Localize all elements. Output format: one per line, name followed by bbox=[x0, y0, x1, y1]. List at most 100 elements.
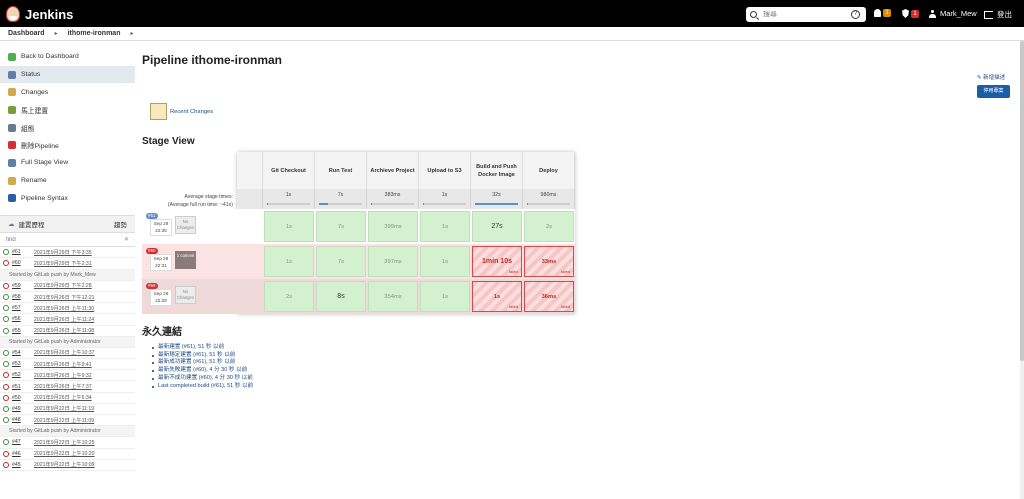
stage-cell[interactable]: 397ms bbox=[368, 246, 418, 277]
build-date[interactable]: 2021年9月26日 下午12:21 bbox=[34, 294, 95, 301]
build-number[interactable]: #51 bbox=[12, 384, 34, 390]
permalink-item[interactable]: 最新不成功建置 (#60), 4 分 30 秒 以前 bbox=[151, 375, 253, 383]
build-date[interactable]: 2021年9月22日 上午11:09 bbox=[34, 417, 94, 424]
build-row[interactable]: #45 2021年9月22日 上午10:09 bbox=[0, 460, 135, 471]
permalink-item[interactable]: 最新成功建置 (#61), 51 秒 以前 bbox=[151, 359, 253, 367]
build-date[interactable]: 2021年9月29日 下午2:31 bbox=[34, 260, 92, 267]
stage-cell[interactable]: 399ms bbox=[368, 211, 418, 242]
permalink-item[interactable]: 最新失敗建置 (#60), 4 分 30 秒 以前 bbox=[151, 367, 253, 375]
run-changes[interactable]: 1 commit bbox=[175, 251, 196, 269]
build-row[interactable]: #56 2021年9月26日 上午11:24 bbox=[0, 314, 135, 326]
clear-filter-icon[interactable]: ✕ bbox=[124, 236, 129, 243]
sidebar-task[interactable]: Rename bbox=[0, 172, 135, 190]
build-date[interactable]: 2021年9月26日 上午11:30 bbox=[34, 305, 94, 312]
build-number[interactable]: #56 bbox=[12, 316, 34, 322]
run-changes[interactable]: No Changes bbox=[175, 286, 196, 304]
stage-cell[interactable]: 1s bbox=[264, 211, 314, 242]
build-number[interactable]: #60 bbox=[12, 260, 34, 266]
build-row[interactable]: #57 2021年9月26日 上午11:30 bbox=[0, 303, 135, 315]
sidebar-task[interactable]: Changes bbox=[0, 83, 135, 101]
build-row[interactable]: #50 2021年9月26日 上午6:34 bbox=[0, 393, 135, 404]
build-row[interactable]: #58 2021年9月26日 下午12:21 bbox=[0, 292, 135, 304]
stage-cell[interactable]: 2s bbox=[524, 211, 574, 242]
build-number[interactable]: #50 bbox=[12, 395, 34, 401]
build-date[interactable]: 2021年9月26日 上午11:08 bbox=[34, 327, 94, 334]
chevron-right-icon[interactable]: ▸ bbox=[55, 30, 58, 37]
stage-cell[interactable]: 7s bbox=[316, 246, 366, 277]
build-date[interactable]: 2021年9月26日 上午7:37 bbox=[34, 383, 92, 390]
stage-cell[interactable]: 8s bbox=[316, 281, 366, 312]
run-changes[interactable]: No Changes bbox=[175, 216, 196, 234]
edit-description-link[interactable]: ✎ 新增描述 bbox=[977, 73, 1005, 81]
build-date[interactable]: 2021年9月26日 上午10:37 bbox=[34, 349, 95, 356]
build-row[interactable]: #47 2021年9月22日 上午10:25 bbox=[0, 437, 135, 449]
build-number[interactable]: #58 bbox=[12, 294, 34, 300]
breadcrumb-dashboard[interactable]: Dashboard bbox=[8, 30, 45, 37]
build-number[interactable]: #54 bbox=[12, 350, 34, 356]
stage-cell[interactable]: 36ms failed bbox=[524, 281, 574, 312]
build-date[interactable]: 2021年9月26日 上午11:24 bbox=[34, 316, 94, 323]
stage-cell[interactable]: 1s bbox=[420, 281, 470, 312]
sidebar-task[interactable]: 刪除Pipeline bbox=[0, 136, 135, 154]
build-number[interactable]: #57 bbox=[12, 305, 34, 311]
build-number[interactable]: #48 bbox=[12, 417, 34, 423]
search-input[interactable] bbox=[763, 11, 851, 18]
stage-cell[interactable]: 1s bbox=[420, 211, 470, 242]
build-row[interactable]: #60 2021年9月29日 下午2:31 bbox=[0, 258, 135, 270]
recent-changes-link[interactable]: Recent Changes bbox=[150, 103, 213, 120]
build-number[interactable]: #53 bbox=[12, 361, 34, 367]
security-button[interactable]: 1 bbox=[902, 9, 919, 18]
scrollbar-thumb[interactable] bbox=[1020, 41, 1024, 361]
build-date[interactable]: 2021年9月26日 上午9:41 bbox=[34, 361, 92, 368]
stage-cell[interactable]: 354ms bbox=[368, 281, 418, 312]
build-row[interactable]: #53 2021年9月26日 上午9:41 bbox=[0, 359, 135, 371]
build-number[interactable]: #49 bbox=[12, 406, 34, 412]
stage-cell[interactable]: 2s bbox=[264, 281, 314, 312]
sidebar-task[interactable]: Pipeline Syntax bbox=[0, 190, 135, 208]
build-row[interactable]: #49 2021年9月22日 上午11:19 bbox=[0, 404, 135, 415]
sidebar-task[interactable]: Full Stage View bbox=[0, 154, 135, 172]
help-icon[interactable]: ? bbox=[851, 10, 860, 19]
notifications-button[interactable]: 1 bbox=[874, 9, 891, 17]
build-row[interactable]: #51 2021年9月26日 上午7:37 bbox=[0, 381, 135, 393]
build-date[interactable]: 2021年9月29日 下午2:28 bbox=[34, 282, 92, 289]
build-row[interactable]: #46 2021年9月22日 上午10:20 bbox=[0, 449, 135, 460]
stage-cell[interactable]: 1s failed bbox=[472, 281, 522, 312]
build-number[interactable]: #52 bbox=[12, 372, 34, 378]
build-row[interactable]: #54 2021年9月26日 上午10:37 bbox=[0, 348, 135, 360]
build-date[interactable]: 2021年9月29日 下午3:35 bbox=[34, 249, 92, 256]
sidebar-task[interactable]: 馬上建置 bbox=[0, 101, 135, 119]
stage-cell[interactable]: 1min 10s failed bbox=[472, 246, 522, 277]
stage-cell[interactable]: 1s bbox=[420, 246, 470, 277]
build-number[interactable]: #61 bbox=[12, 249, 34, 255]
stage-cell[interactable]: 7s bbox=[316, 211, 366, 242]
build-filter-input[interactable] bbox=[6, 236, 116, 243]
build-row[interactable]: #59 2021年9月29日 下午2:28 bbox=[0, 281, 135, 292]
sidebar-task[interactable]: Back to Dashboard bbox=[0, 48, 135, 66]
permalink-item[interactable]: Last completed build (#61), 51 秒 以前 bbox=[151, 383, 253, 391]
build-filter[interactable]: ✕ bbox=[0, 233, 135, 248]
build-date[interactable]: 2021年9月22日 上午11:19 bbox=[34, 405, 94, 412]
build-number[interactable]: #55 bbox=[12, 328, 34, 334]
sidebar-task[interactable]: Status bbox=[0, 65, 135, 84]
chevron-right-icon[interactable]: ▸ bbox=[130, 30, 133, 37]
build-date[interactable]: 2021年9月22日 上午10:20 bbox=[34, 450, 95, 457]
search-box[interactable]: ? bbox=[746, 7, 866, 22]
build-date[interactable]: 2021年9月26日 上午9:32 bbox=[34, 372, 92, 379]
build-date[interactable]: 2021年9月22日 上午10:09 bbox=[34, 461, 95, 468]
stage-cell[interactable]: 1s bbox=[264, 246, 314, 277]
build-row[interactable]: #55 2021年9月26日 上午11:08 bbox=[0, 326, 135, 337]
stage-cell[interactable]: 33ms failed bbox=[524, 246, 574, 277]
build-number[interactable]: #59 bbox=[12, 283, 34, 289]
disable-project-button[interactable]: 停用專案 bbox=[977, 85, 1010, 98]
build-date[interactable]: 2021年9月22日 上午10:25 bbox=[34, 439, 95, 446]
user-menu[interactable]: Mark_Mew bbox=[929, 9, 977, 18]
sidebar-task[interactable]: 組態 bbox=[0, 119, 135, 137]
build-number[interactable]: #46 bbox=[12, 451, 34, 457]
logout-button[interactable]: 登出 bbox=[984, 9, 1012, 20]
build-row[interactable]: #48 2021年9月22日 上午11:09 bbox=[0, 415, 135, 427]
build-row[interactable]: #61 2021年9月29日 下午3:35 bbox=[0, 247, 135, 259]
build-number[interactable]: #47 bbox=[12, 439, 34, 445]
build-row[interactable]: #52 2021年9月26日 上午9:32 bbox=[0, 370, 135, 382]
build-number[interactable]: #45 bbox=[12, 462, 34, 468]
